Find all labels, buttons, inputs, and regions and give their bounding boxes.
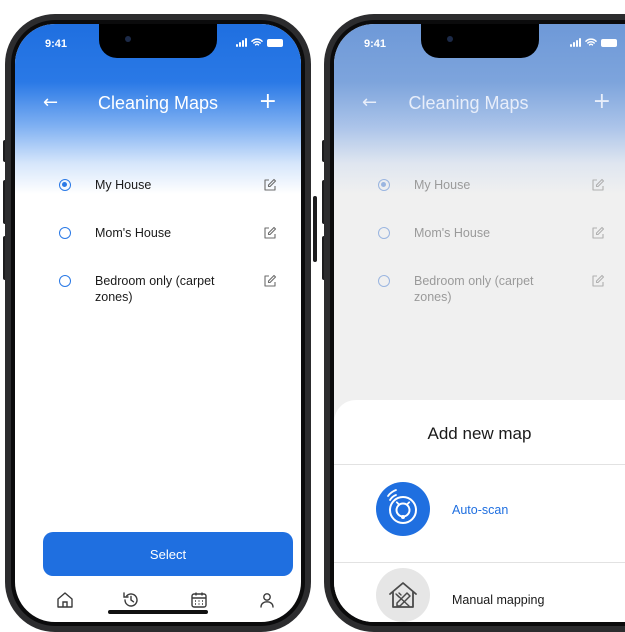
edit-icon[interactable] — [591, 274, 605, 288]
sheet-title: Add new map — [427, 424, 532, 443]
option-auto-scan[interactable]: Auto-scan — [334, 474, 625, 542]
map-label: Bedroom only (carpet zones) — [95, 274, 215, 304]
option-label: Auto-scan — [452, 503, 509, 517]
history-icon[interactable] — [121, 590, 141, 610]
option-manual-mapping[interactable]: Manual mapping — [334, 562, 625, 622]
map-label: My House — [95, 178, 152, 192]
edit-icon[interactable] — [591, 226, 605, 240]
screen-add-map-sheet: 9:41 ← Cleaning Maps + My House Mom's Ho… — [334, 24, 625, 622]
add-map-button[interactable]: + — [259, 89, 277, 114]
bezel: 9:41 ← Cleaning Maps + My House Mom's Ho… — [330, 20, 625, 626]
profile-icon[interactable] — [257, 590, 277, 610]
radio-unselected[interactable] — [378, 227, 390, 239]
bezel: 9:41 ← Cleaning Maps + My House Mom's Ho… — [11, 20, 305, 626]
home-indicator — [108, 610, 208, 614]
radio-selected[interactable] — [378, 179, 390, 191]
edit-icon[interactable] — [263, 226, 277, 240]
add-map-button[interactable]: + — [593, 89, 611, 114]
home-icon[interactable] — [55, 590, 75, 610]
page-title: Cleaning Maps — [408, 93, 529, 113]
divider — [334, 464, 625, 465]
notch — [99, 24, 217, 58]
notch — [420, 24, 539, 58]
radio-selected[interactable] — [59, 179, 71, 191]
wifi-icon — [251, 38, 263, 46]
radio-unselected[interactable] — [59, 275, 71, 287]
battery-icon — [267, 38, 283, 47]
option-label: Manual mapping — [452, 593, 545, 607]
wifi-icon — [585, 38, 597, 46]
map-item-bedroom[interactable]: Bedroom only (carpet zones) — [15, 270, 301, 318]
add-map-sheet: Add new map Auto-scan Manual mapping — [334, 400, 625, 622]
radio-unselected[interactable] — [59, 227, 71, 239]
map-item-my-house[interactable]: My House — [334, 174, 625, 222]
map-label: My House — [414, 178, 471, 192]
map-item-moms-house[interactable]: Mom's House — [15, 222, 301, 270]
edit-icon[interactable] — [263, 274, 277, 288]
map-list: My House Mom's House Bedroom only (carpe… — [15, 174, 301, 318]
radio-unselected[interactable] — [378, 275, 390, 287]
status-icons — [570, 38, 617, 47]
status-time: 9:41 — [364, 38, 387, 50]
map-item-bedroom[interactable]: Bedroom only (carpet zones) — [334, 270, 625, 318]
camera — [125, 36, 131, 42]
phone-frame-left: 9:41 ← Cleaning Maps + My House Mom's Ho… — [5, 14, 311, 632]
select-button[interactable]: Select — [43, 532, 293, 576]
edit-icon[interactable] — [263, 178, 277, 192]
battery-icon — [601, 38, 617, 47]
map-label: Mom's House — [414, 226, 491, 240]
status-icons — [236, 38, 283, 47]
map-item-moms-house[interactable]: Mom's House — [334, 222, 625, 270]
phone-frame-right: 9:41 ← Cleaning Maps + My House Mom's Ho… — [324, 14, 625, 632]
comparison-stage: 9:41 ← Cleaning Maps + My House Mom's Ho… — [0, 0, 625, 632]
robot-vacuum-icon — [376, 482, 430, 536]
edit-icon[interactable] — [591, 178, 605, 192]
status-time: 9:41 — [45, 38, 68, 50]
signal-icon — [570, 38, 581, 47]
map-label: Mom's House — [95, 226, 172, 240]
app-header: ← Cleaning Maps + — [15, 89, 301, 120]
map-list: My House Mom's House Bedroom only (carpe… — [334, 174, 625, 318]
map-item-my-house[interactable]: My House — [15, 174, 301, 222]
map-label: Bedroom only (carpet zones) — [414, 274, 534, 304]
power-button — [313, 196, 317, 262]
camera — [446, 36, 453, 42]
screen-map-list: 9:41 ← Cleaning Maps + My House Mom's Ho… — [15, 24, 301, 622]
calendar-icon[interactable] — [189, 590, 209, 610]
app-header: ← Cleaning Maps + — [334, 89, 625, 120]
signal-icon — [236, 38, 247, 47]
house-ruler-icon — [376, 568, 430, 622]
